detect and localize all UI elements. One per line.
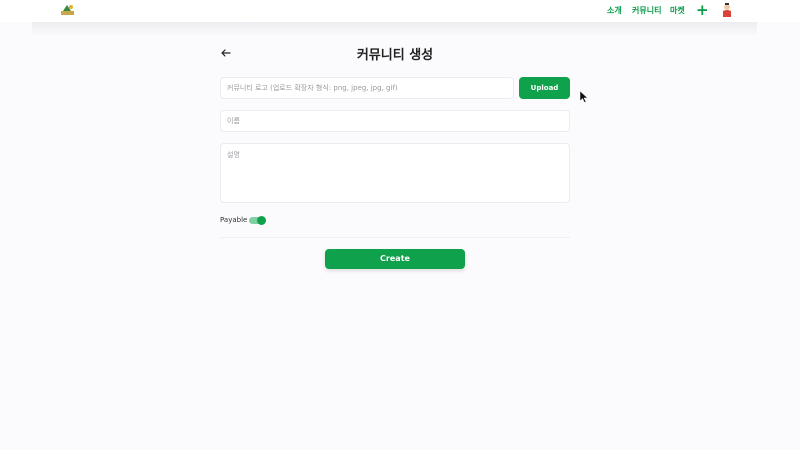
page-title: 커뮤니티 생성 [356,48,434,63]
mouse-cursor-icon [580,91,588,103]
nav-item-intro[interactable]: 소개 [607,5,622,16]
create-button[interactable]: Create [325,249,465,269]
name-input[interactable]: 이름 [220,110,570,132]
divider [220,237,570,238]
top-navigation-bar: 소개 커뮤니티 마켓 + [0,0,800,22]
nav-item-community[interactable]: 커뮤니티 [632,5,661,16]
header-shadow [32,22,757,36]
payable-toggle[interactable] [249,216,266,225]
plus-icon[interactable]: + [696,1,709,19]
upload-button[interactable]: Upload [519,77,570,99]
arrow-left-icon[interactable] [220,47,232,59]
community-logo-input[interactable]: 커뮤니티 로고 (업로드 확장자 형식: png, jpeg, jpg, gif… [220,77,514,99]
avatar-icon[interactable] [722,3,732,17]
toggle-thumb [257,216,266,225]
description-textarea[interactable]: 설명 [220,143,570,203]
logo-icon[interactable] [61,4,74,15]
nav-item-market[interactable]: 마켓 [670,5,685,16]
payable-label: Payable [220,216,248,224]
